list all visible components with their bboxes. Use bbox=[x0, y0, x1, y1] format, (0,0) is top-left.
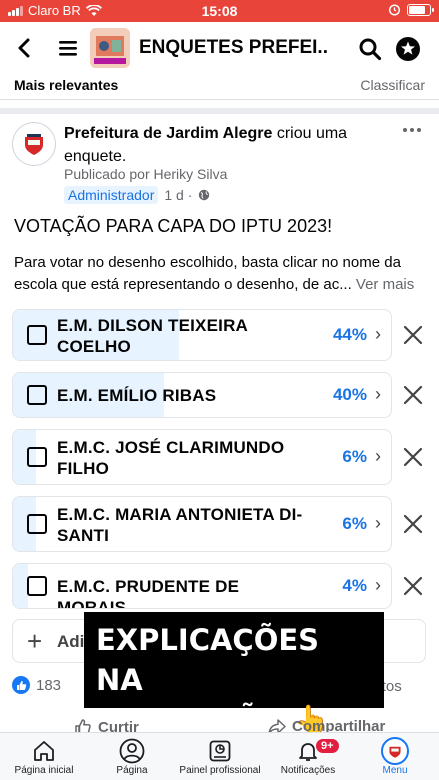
tab-page[interactable]: Página bbox=[88, 737, 176, 776]
city-crest-icon bbox=[25, 134, 43, 155]
option-percent: 44% bbox=[332, 325, 367, 344]
see-more-link[interactable]: Ver mais bbox=[352, 276, 414, 293]
option-label: E.M. EMÍLIO RIBAS bbox=[57, 386, 217, 405]
caption-line-1: EXPLICAÇÕES NA bbox=[96, 623, 320, 697]
remove-option-button[interactable] bbox=[398, 509, 428, 539]
chevron-right-icon: › bbox=[375, 384, 381, 404]
close-icon bbox=[403, 447, 423, 467]
option-checkbox[interactable] bbox=[27, 447, 47, 467]
chevron-right-icon: › bbox=[375, 575, 381, 595]
app-header: ENQUETES PREFEI... bbox=[0, 22, 439, 74]
role-badge: Administrador bbox=[64, 186, 159, 204]
like-reaction-icon bbox=[12, 676, 30, 694]
option-percent: 4% bbox=[342, 576, 367, 595]
post-author-line: Prefeitura de Jardim Alegre criou uma en… bbox=[64, 122, 404, 168]
notifications-badge: 9+ bbox=[316, 739, 339, 753]
home-icon bbox=[34, 741, 54, 761]
poll-option[interactable]: E.M. DILSON TEIXEIRA COELHO 44% › bbox=[12, 309, 392, 361]
poll-option[interactable]: E.M. EMÍLIO RIBAS 40% › bbox=[12, 372, 392, 418]
remove-option-button[interactable] bbox=[398, 320, 428, 350]
bottom-tab-bar: Página inicial Página Painel profissiona… bbox=[0, 732, 439, 780]
profile-icon bbox=[119, 738, 145, 764]
post-options-button[interactable] bbox=[397, 120, 427, 140]
posted-by: Publicado por Heriky Silva bbox=[64, 166, 228, 182]
remove-option-button[interactable] bbox=[398, 380, 428, 410]
chevron-right-icon: › bbox=[375, 324, 381, 344]
option-label: E.M.C. MARIA ANTONIETA DI- SANTI bbox=[57, 505, 303, 545]
chevron-right-icon: › bbox=[375, 446, 381, 466]
globe-icon bbox=[199, 189, 210, 201]
post-meta: Administrador 1 d · bbox=[64, 186, 210, 204]
add-option-label: Adi bbox=[57, 632, 85, 651]
reactions-summary[interactable]: 183 bbox=[12, 676, 61, 694]
group-thumbnail[interactable] bbox=[90, 28, 130, 68]
alarm-icon bbox=[388, 4, 401, 16]
divider bbox=[0, 99, 439, 100]
back-arrow-icon bbox=[18, 38, 30, 58]
shield-star-icon bbox=[396, 37, 420, 61]
author-name[interactable]: Prefeitura de Jardim Alegre bbox=[64, 125, 272, 142]
close-icon bbox=[403, 385, 423, 405]
back-button[interactable] bbox=[0, 22, 48, 74]
close-icon bbox=[403, 325, 423, 345]
poll-option[interactable]: E.M.C. MARIA ANTONIETA DI- SANTI 6% › bbox=[12, 496, 392, 552]
close-icon bbox=[403, 576, 423, 596]
poll-option[interactable]: E.M.C. JOSÉ CLARIMUNDO FILHO 6% › bbox=[12, 429, 392, 485]
option-percent: 6% bbox=[342, 514, 367, 533]
menu-avatar bbox=[381, 737, 409, 765]
poll-title: VOTAÇÃO PARA CAPA DO IPTU 2023! bbox=[14, 216, 333, 236]
option-percent: 40% bbox=[332, 385, 367, 404]
sort-label: Mais relevantes bbox=[14, 77, 119, 93]
option-checkbox[interactable] bbox=[27, 576, 47, 596]
section-separator bbox=[0, 108, 439, 114]
sort-button[interactable]: Classificar bbox=[360, 77, 425, 93]
group-title[interactable]: ENQUETES PREFEI... bbox=[139, 37, 329, 59]
post-time[interactable]: 1 d · bbox=[164, 187, 192, 203]
tab-dashboard[interactable]: Painel profissional bbox=[176, 737, 264, 776]
group-image-icon bbox=[90, 28, 130, 68]
poll-description: Para votar no desenho escolhido, basta c… bbox=[14, 252, 434, 296]
option-checkbox[interactable] bbox=[27, 385, 47, 405]
sort-row: Mais relevantes Classificar bbox=[0, 74, 439, 98]
remove-option-button[interactable] bbox=[398, 442, 428, 472]
option-label: E.M. DILSON TEIXEIRA COELHO bbox=[57, 316, 249, 356]
hamburger-button[interactable] bbox=[48, 22, 88, 74]
admin-badge-button[interactable] bbox=[391, 32, 425, 66]
option-checkbox[interactable] bbox=[27, 325, 47, 345]
page-avatar[interactable] bbox=[12, 122, 56, 166]
search-icon bbox=[359, 38, 382, 61]
option-percent: 6% bbox=[342, 447, 367, 466]
chevron-right-icon: › bbox=[375, 513, 381, 533]
hamburger-icon bbox=[59, 41, 77, 56]
remove-option-button[interactable] bbox=[398, 571, 428, 601]
close-icon bbox=[403, 514, 423, 534]
search-button[interactable] bbox=[353, 32, 387, 66]
tab-home[interactable]: Página inicial bbox=[0, 737, 88, 776]
dashboard-icon bbox=[209, 740, 231, 762]
poll-description-text: Para votar no desenho escolhido, basta c… bbox=[14, 254, 401, 293]
tab-menu[interactable]: Menu bbox=[351, 737, 439, 776]
reactions-count: 183 bbox=[36, 676, 62, 694]
vote-share-bar bbox=[13, 564, 29, 608]
option-checkbox[interactable] bbox=[27, 514, 47, 534]
status-bar: Claro BR 15:08 bbox=[0, 0, 439, 22]
option-label: E.M.C. JOSÉ CLARIMUNDO FILHO bbox=[57, 438, 285, 478]
battery-icon bbox=[407, 3, 434, 16]
clock: 15:08 bbox=[201, 3, 238, 19]
plus-icon: + bbox=[27, 626, 43, 656]
caption-overlay: EXPLICAÇÕES NA DESCRIÇÃO 👆 bbox=[84, 612, 384, 737]
poll-option[interactable]: E.M.C. PRUDENTE DE MORAIS 4% › bbox=[12, 563, 392, 609]
option-label: E.M.C. PRUDENTE DE MORAIS bbox=[57, 577, 240, 609]
tab-notifications[interactable]: Notificações 9+ bbox=[264, 737, 352, 776]
